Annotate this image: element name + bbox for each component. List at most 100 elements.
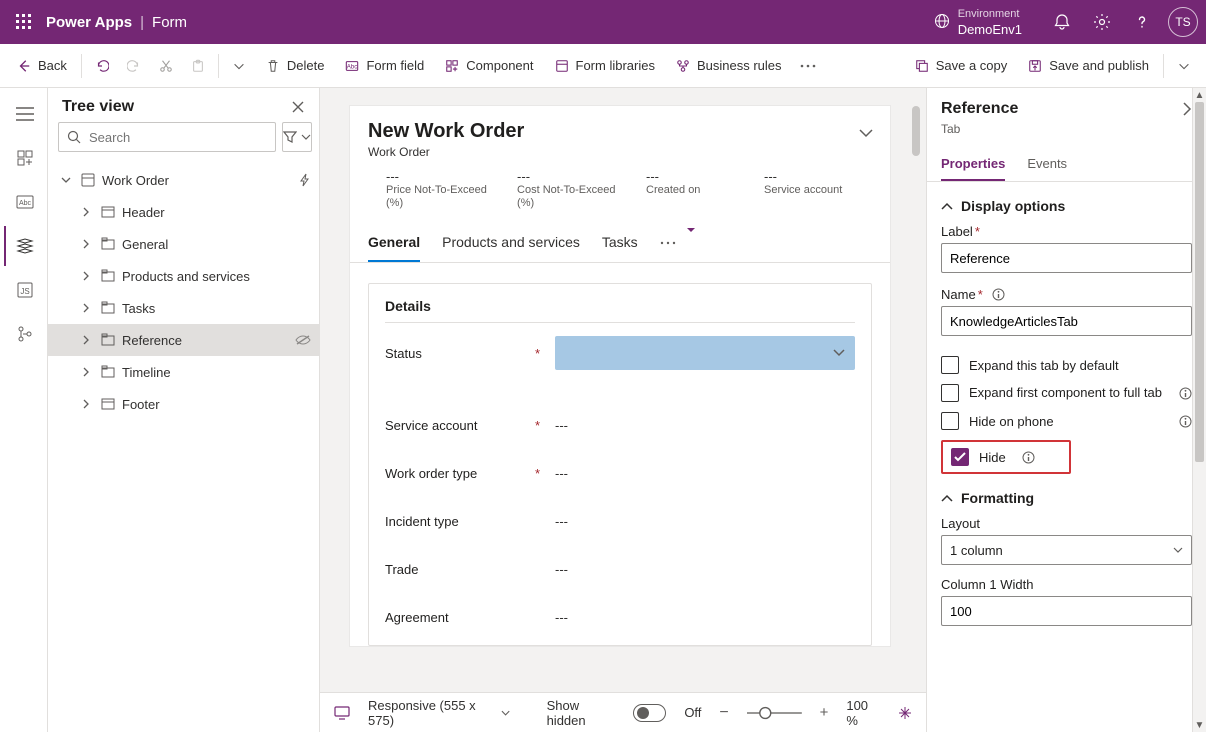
form-tab-general[interactable]: General xyxy=(368,224,420,262)
tab-properties[interactable]: Properties xyxy=(941,148,1005,181)
form-libraries-button[interactable]: Form libraries xyxy=(544,44,665,88)
info-icon[interactable] xyxy=(1179,387,1192,400)
tree-item-reference[interactable]: Reference xyxy=(48,324,319,356)
layout-lbl: Layout xyxy=(941,516,1192,531)
form-tab-tasks[interactable]: Tasks xyxy=(602,224,638,262)
rail-rules-icon[interactable] xyxy=(4,314,44,354)
layout-select[interactable]: 1 column xyxy=(941,535,1192,565)
tree-item-products-and-services[interactable]: Products and services xyxy=(48,260,319,292)
notifications-icon[interactable] xyxy=(1042,2,1082,42)
more-icon xyxy=(800,58,816,74)
tree-item-tasks[interactable]: Tasks xyxy=(48,292,319,324)
save-publish-chevron[interactable] xyxy=(1168,44,1200,88)
props-scrollbar[interactable]: ▲▼ xyxy=(1192,88,1206,732)
status-bar: Responsive (555 x 575) Show hidden Off −… xyxy=(320,692,926,732)
group-display-options[interactable]: Display options xyxy=(941,198,1192,214)
label-input[interactable] xyxy=(941,243,1192,273)
environment-picker[interactable]: Environment DemoEnv1 xyxy=(934,7,1022,37)
hide-checkbox[interactable]: Hide xyxy=(951,448,1061,466)
properties-panel: Reference Tab Properties Events Display … xyxy=(926,88,1206,732)
tab-more-icon[interactable] xyxy=(660,241,676,245)
close-icon[interactable] xyxy=(291,100,305,114)
col-width-input[interactable] xyxy=(941,596,1192,626)
save-publish-button[interactable]: Save and publish xyxy=(1017,44,1159,88)
device-icon[interactable] xyxy=(334,706,350,720)
business-rules-icon xyxy=(675,58,691,74)
field-incident-type[interactable]: Incident type--- xyxy=(385,497,855,545)
fit-icon[interactable] xyxy=(898,706,912,720)
component-button[interactable]: Component xyxy=(434,44,543,88)
name-input[interactable] xyxy=(941,306,1192,336)
rail-js-icon[interactable]: JS xyxy=(4,270,44,310)
show-hidden-toggle[interactable] xyxy=(633,704,666,722)
field-status[interactable]: Status* xyxy=(385,329,855,377)
status-dropdown[interactable] xyxy=(555,336,855,370)
chevron-down-icon[interactable] xyxy=(501,710,510,716)
rail-hamburger[interactable] xyxy=(4,94,44,134)
canvas-scrollbar[interactable] xyxy=(912,106,920,156)
titlebar: Power Apps|Form Environment DemoEnv1 TS xyxy=(0,0,1206,44)
zoom-slider[interactable] xyxy=(747,705,802,721)
form-subtitle: Work Order xyxy=(368,145,872,159)
info-icon[interactable] xyxy=(992,288,1005,301)
header-chevron-icon[interactable] xyxy=(858,128,874,138)
settings-icon[interactable] xyxy=(1082,2,1122,42)
app-brand: Power Apps|Form xyxy=(46,14,187,31)
redo-button[interactable] xyxy=(118,44,150,88)
overflow-button[interactable] xyxy=(792,44,824,88)
tree-item-timeline[interactable]: Timeline xyxy=(48,356,319,388)
component-icon xyxy=(444,58,460,74)
search-input[interactable] xyxy=(58,122,276,152)
tree-item-work-order[interactable]: Work Order xyxy=(48,164,319,196)
show-hidden-label: Show hidden xyxy=(547,698,616,728)
field-agreement[interactable]: Agreement--- xyxy=(385,593,855,641)
cut-button[interactable] xyxy=(150,44,182,88)
chevron-down-button[interactable] xyxy=(223,44,255,88)
group-formatting[interactable]: Formatting xyxy=(941,490,1192,506)
undo-button[interactable] xyxy=(86,44,118,88)
props-type: Tab xyxy=(941,122,1192,136)
section-details[interactable]: Details Status* Service account*---Work o… xyxy=(368,283,872,646)
svg-text:Abc: Abc xyxy=(18,200,31,207)
insert-marker-icon xyxy=(684,218,698,232)
back-button[interactable]: Back xyxy=(6,44,77,88)
header-meta: ---Price Not-To-Exceed (%) xyxy=(386,169,489,210)
filter-button[interactable] xyxy=(282,122,312,152)
paste-button[interactable] xyxy=(182,44,214,88)
info-icon[interactable] xyxy=(1179,415,1192,428)
form-field-icon: Abc xyxy=(344,58,360,74)
rail-field-icon[interactable]: Abc xyxy=(4,182,44,222)
delete-button[interactable]: Delete xyxy=(255,44,335,88)
tree-item-footer[interactable]: Footer xyxy=(48,388,319,420)
props-chevron-icon[interactable] xyxy=(1182,101,1192,117)
hide-phone-checkbox[interactable]: Hide on phone xyxy=(941,412,1192,430)
tree-item-general[interactable]: General xyxy=(48,228,319,260)
user-avatar[interactable]: TS xyxy=(1168,7,1198,37)
help-icon[interactable] xyxy=(1122,2,1162,42)
tab-events[interactable]: Events xyxy=(1027,148,1067,181)
chevron-up-icon xyxy=(941,494,953,502)
form-field-button[interactable]: AbcForm field xyxy=(334,44,434,88)
paste-icon xyxy=(190,58,206,74)
section-title: Details xyxy=(385,298,855,323)
app-launcher-icon[interactable] xyxy=(8,6,40,38)
expand-full-checkbox[interactable]: Expand first component to full tab xyxy=(941,384,1192,402)
form-tab-products-and-services[interactable]: Products and services xyxy=(442,224,580,262)
rail-components-icon[interactable] xyxy=(4,138,44,178)
info-icon[interactable] xyxy=(1022,451,1035,464)
field-work-order-type[interactable]: Work order type*--- xyxy=(385,449,855,497)
save-publish-icon xyxy=(1027,58,1043,74)
tree-item-header[interactable]: Header xyxy=(48,196,319,228)
expand-default-checkbox[interactable]: Expand this tab by default xyxy=(941,356,1192,374)
business-rules-button[interactable]: Business rules xyxy=(665,44,792,88)
field-trade[interactable]: Trade--- xyxy=(385,545,855,593)
zoom-out-button[interactable]: − xyxy=(719,704,728,722)
svg-text:JS: JS xyxy=(20,287,29,296)
chevron-down-icon xyxy=(1176,58,1192,74)
field-service-account[interactable]: Service account*--- xyxy=(385,401,855,449)
rail-tree-icon[interactable] xyxy=(4,226,44,266)
save-copy-button[interactable]: Save a copy xyxy=(904,44,1018,88)
zoom-in-button[interactable]: + xyxy=(820,704,829,721)
command-bar: Back Delete AbcForm field Component Form… xyxy=(0,44,1206,88)
responsive-label[interactable]: Responsive (555 x 575) xyxy=(368,698,493,728)
